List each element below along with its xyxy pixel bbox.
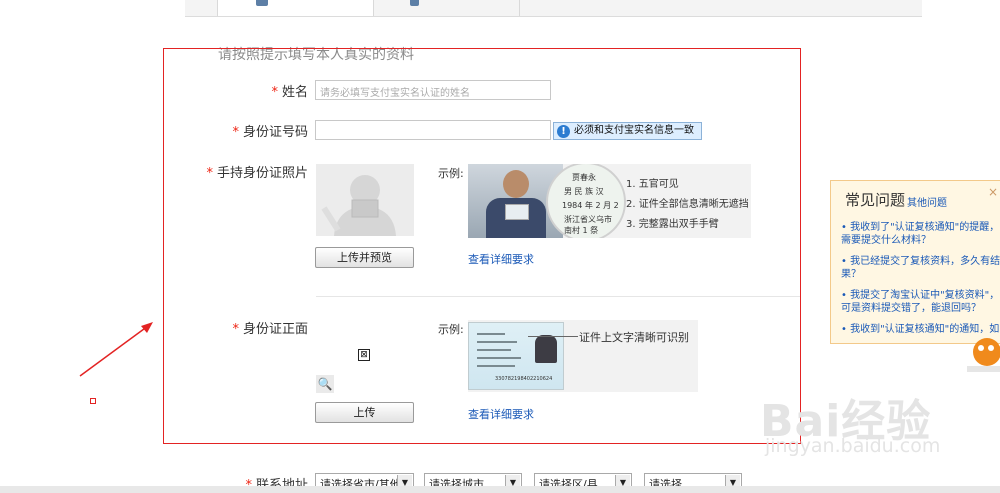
annotation-highlight-box: [163, 48, 801, 444]
monitor-icon: [256, 0, 268, 6]
tab-phone-auth[interactable]: [373, 0, 520, 16]
bottom-scrollbar[interactable]: [0, 486, 1000, 493]
faq-item[interactable]: • 我收到了"认证复核通知"的提醒，需要提交什么材料？: [841, 221, 1000, 247]
tab-email-auth[interactable]: [217, 0, 374, 16]
mascot-icon: [965, 330, 1000, 374]
faq-panel: 常见问题 其他问题 × • 我收到了"认证复核通知"的提醒，需要提交什么材料？ …: [830, 180, 1000, 344]
faq-title: 常见问题: [845, 191, 906, 209]
tab-bar: [185, 0, 922, 17]
baidu-watermark-url: jingyan.baidu.com: [765, 435, 941, 457]
close-icon[interactable]: ×: [988, 185, 998, 199]
faq-item[interactable]: • 我已经提交了复核资料，多久有结果？: [841, 255, 1000, 281]
faq-more-link[interactable]: 其他问题: [907, 194, 947, 209]
faq-item[interactable]: • 我提交了淘宝认证中"复核资料"，可是资料提交错了，能退回吗？: [841, 289, 1000, 315]
annotation-marker: [90, 398, 96, 404]
phone-icon: [410, 0, 419, 6]
